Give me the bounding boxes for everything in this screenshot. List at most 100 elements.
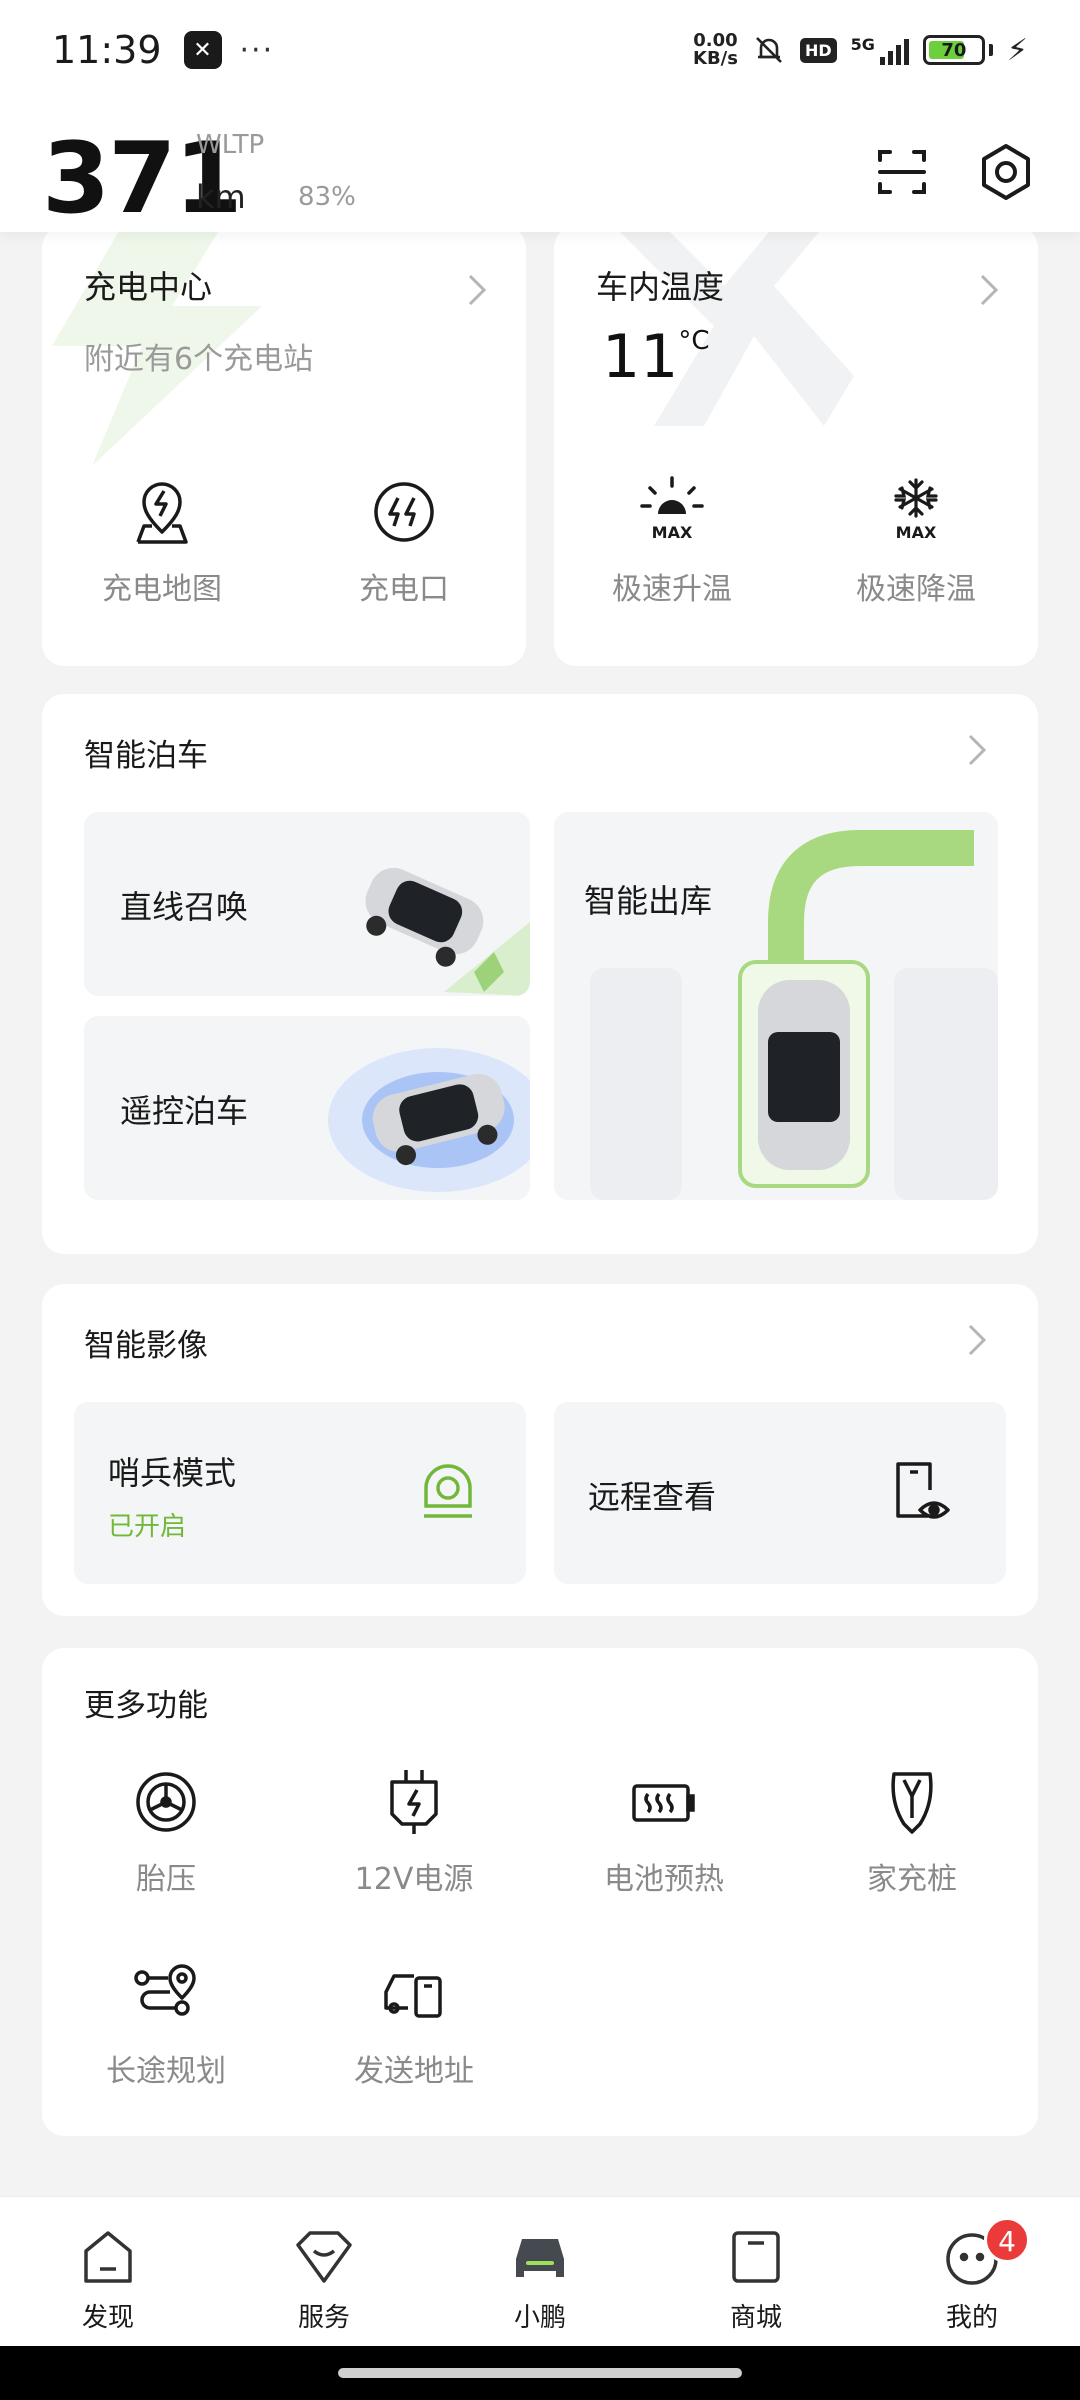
home-indicator[interactable] [338, 2368, 742, 2378]
trip-planning-label: 长途规划 [106, 2054, 226, 2089]
battery-cap [988, 44, 993, 56]
route-icon [134, 1964, 196, 2016]
vehicle-header: 371 WLTP km 83% [0, 100, 1080, 236]
nav-discover[interactable]: 发现 [28, 2225, 188, 2334]
home-charger-button[interactable]: 家充桩 [812, 1766, 1012, 1898]
notification-badge: 4 [984, 2217, 1030, 2263]
send-to-car-icon [384, 1974, 442, 2018]
charge-port-label: 充电口 [359, 572, 449, 607]
sentry-status: 已开启 [108, 1512, 187, 1542]
battery-preheat-button[interactable]: 电池预热 [564, 1766, 764, 1898]
cabin-temperature: 11°C [602, 322, 710, 392]
charging-map-button[interactable]: 充电地图 [62, 476, 262, 608]
bottom-navigation: 发现 服务 小鹏 商城 我的 4 [0, 2196, 1080, 2346]
charging-map-label: 充电地图 [102, 572, 222, 607]
smart-camera-card: 智能影像 哨兵模式 已开启 远程查看 [42, 1284, 1038, 1616]
more-features-card: 更多功能 胎压 12V电源 电池预热 家充桩 长途规划 发送地址 [42, 1648, 1038, 2136]
home-charger-label: 家充桩 [867, 1862, 957, 1897]
sentry-mode-label: 哨兵模式 [108, 1454, 237, 1492]
sentry-camera-icon [424, 1464, 472, 1518]
scan-button[interactable] [872, 142, 932, 202]
nav-discover-label: 发现 [81, 2303, 134, 2333]
charging-card[interactable]: 充电中心 附近有6个充电站 充电地图 充电口 [42, 226, 526, 666]
nav-vehicle[interactable]: 小鹏 [460, 2225, 620, 2334]
range-standard: WLTP [196, 130, 265, 160]
snowflake-max-icon: MAX [894, 478, 938, 542]
remote-view-label: 远程查看 [588, 1478, 717, 1516]
battery-percent: 83% [298, 182, 356, 212]
scan-icon [878, 150, 926, 194]
service-icon [296, 2231, 352, 2283]
tire-icon [136, 1772, 196, 1832]
more-card-title: 更多功能 [84, 1688, 208, 1724]
plug-bolt-icon [390, 1770, 438, 1834]
power-12v-label: 12V电源 [354, 1862, 474, 1897]
rapid-cool-button[interactable]: MAX 极速降温 [816, 476, 1016, 608]
chevron-right-icon[interactable] [978, 272, 1000, 308]
sentry-mode-tile[interactable]: 哨兵模式 已开启 [74, 1402, 526, 1584]
sun-max-icon: MAX [640, 476, 704, 542]
nav-shop-label: 商城 [729, 2303, 782, 2333]
signal-icon: 5G [851, 35, 909, 65]
smart-exit-tile[interactable]: 智能出库 [554, 812, 998, 1200]
cool-max-badge: MAX [896, 523, 937, 542]
nav-profile-label: 我的 [945, 2303, 998, 2333]
nav-service-label: 服务 [297, 2303, 350, 2333]
charging-bolt-icon: ⚡ [1006, 32, 1028, 68]
rapid-heat-button[interactable]: MAX 极速升温 [572, 476, 772, 608]
smart-parking-card: 智能泊车 直线召唤 遥控泊车 智能出库 [42, 694, 1038, 1254]
trip-planning-button[interactable]: 长途规划 [66, 1958, 266, 2090]
hd-badge: HD [799, 37, 837, 63]
power-12v-button[interactable]: 12V电源 [314, 1766, 514, 1898]
charge-port-button[interactable]: 充电口 [304, 476, 504, 608]
charging-card-subtitle: 附近有6个充电站 [84, 342, 314, 377]
network-type: 5G [850, 35, 875, 54]
nav-profile[interactable]: 我的 4 [892, 2217, 1052, 2334]
climate-card-title: 车内温度 [596, 268, 725, 306]
camera-card-title: 智能影像 [84, 1328, 208, 1364]
battery-preheat-label: 电池预热 [604, 1862, 724, 1897]
nav-service[interactable]: 服务 [244, 2225, 404, 2334]
discover-icon [84, 2231, 132, 2283]
range-unit: km [196, 178, 246, 216]
nav-vehicle-label: 小鹏 [513, 2303, 566, 2333]
network-speed: 0.00 KB/s [693, 32, 738, 68]
summon-tile[interactable]: 直线召唤 [84, 812, 530, 996]
status-bar: 11:39 ✕ ··· 0.00 KB/s HD 5G 70 ⚡ [0, 0, 1080, 100]
chevron-right-icon[interactable] [966, 1322, 988, 1358]
settings-button[interactable] [976, 142, 1036, 202]
remote-parking-label: 遥控泊车 [120, 1092, 249, 1130]
temperature-unit: °C [678, 326, 710, 356]
tire-pressure-button[interactable]: 胎压 [66, 1766, 266, 1898]
battery-level: 70 [941, 39, 967, 61]
charge-port-icon [374, 482, 434, 542]
remote-view-tile[interactable]: 远程查看 [554, 1402, 1006, 1584]
network-speed-unit: KB/s [693, 48, 738, 69]
app-notification-icon: ✕ [183, 31, 222, 69]
phone-eye-icon [896, 1462, 950, 1519]
smart-exit-illustration [590, 830, 998, 1200]
chevron-right-icon[interactable] [466, 272, 488, 308]
status-time: 11:39 [52, 28, 162, 72]
send-address-button[interactable]: 发送地址 [314, 1958, 514, 2090]
car-icon [516, 2239, 564, 2277]
remote-parking-car-illustration [328, 1048, 530, 1192]
shop-icon [732, 2231, 780, 2283]
summon-label: 直线召唤 [120, 888, 249, 926]
battery-icon: 70 [922, 35, 985, 65]
home-charger-icon [891, 1772, 933, 1834]
chevron-right-icon[interactable] [966, 732, 988, 768]
send-address-label: 发送地址 [354, 2054, 474, 2089]
mute-bell-icon [756, 37, 782, 63]
remote-parking-tile[interactable]: 遥控泊车 [84, 1016, 530, 1200]
climate-card[interactable]: 车内温度 11°C MAX 极速升温 MAX 极速降温 [554, 226, 1038, 666]
battery-heat-icon [632, 1784, 695, 1822]
summon-car-illustration [365, 867, 530, 996]
nav-shop[interactable]: 商城 [676, 2225, 836, 2334]
map-pin-bolt-icon [136, 482, 188, 544]
more-notifications-icon: ··· [239, 32, 275, 68]
temperature-value: 11 [602, 322, 679, 392]
charging-card-title: 充电中心 [84, 268, 213, 306]
rapid-heat-label: 极速升温 [612, 572, 732, 607]
gear-icon [982, 144, 1030, 200]
